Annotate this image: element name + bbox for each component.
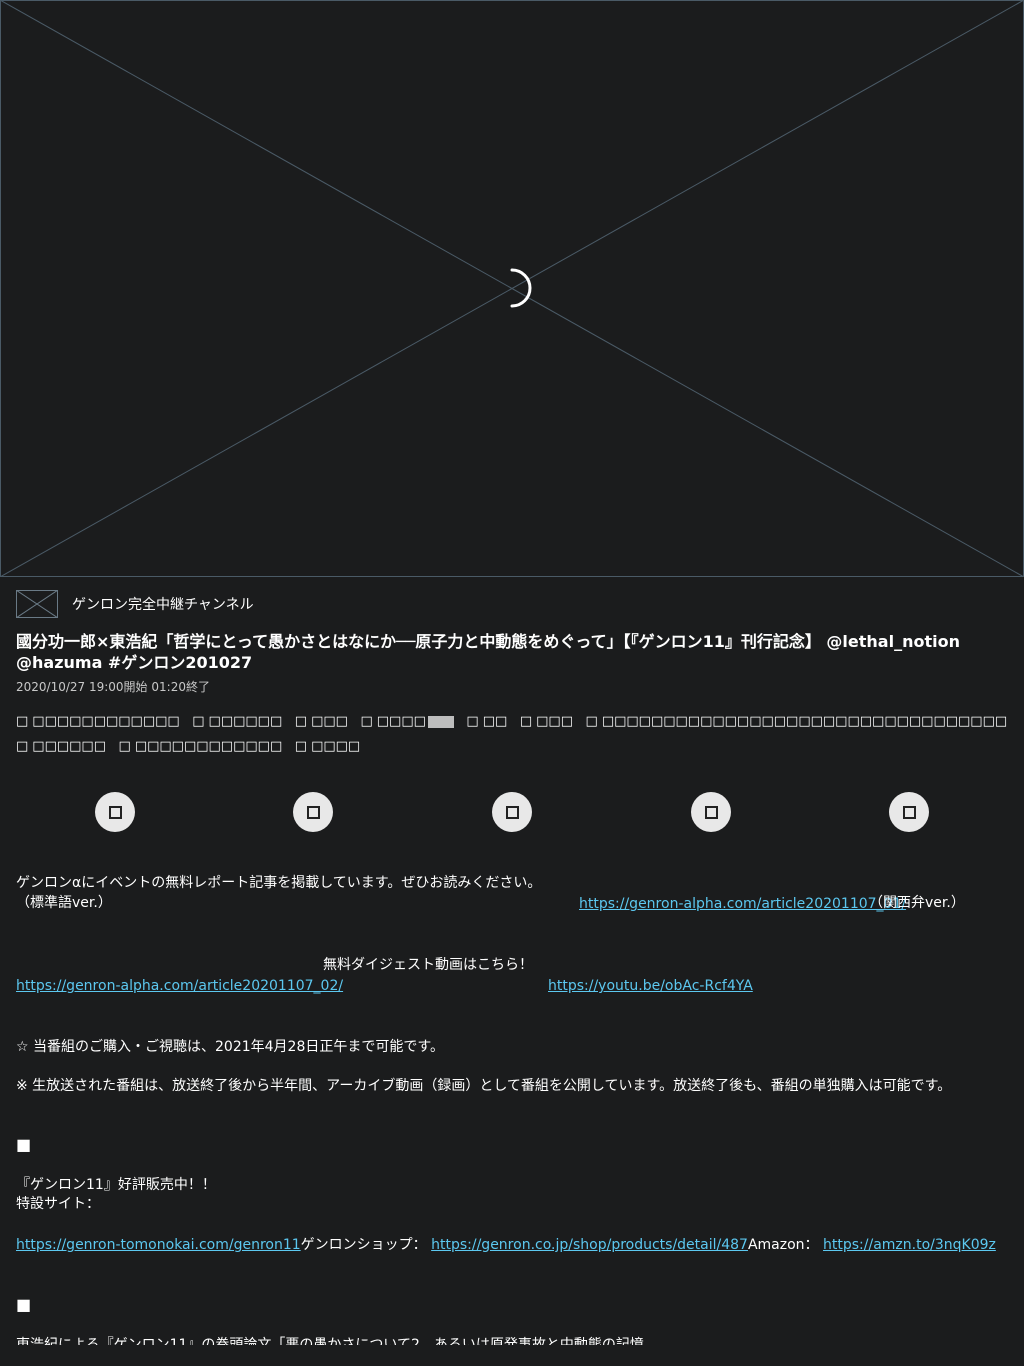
bookmark-icon[interactable] — [691, 792, 731, 832]
tag-item[interactable]: □ □□□ — [520, 709, 573, 734]
channel-row[interactable]: ゲンロン完全中継チャンネル — [16, 590, 254, 618]
shop-link[interactable]: https://genron.co.jp/shop/products/detai… — [431, 1237, 748, 1253]
tag-item[interactable]: □ □□□ — [295, 709, 348, 734]
purchase-links: https://genron-tomonokai.com/genron11ゲンロ… — [16, 1235, 996, 1255]
report-link-kansai[interactable]: https://genron-alpha.com/article20201107… — [16, 976, 343, 996]
archive-notice: ※ 生放送された番組は、放送終了後から半年間、アーカイブ動画（録画）として番組を… — [16, 1078, 952, 1094]
tag-item[interactable]: □ □□□□□□ — [192, 709, 282, 734]
section-square: ■ — [16, 1295, 32, 1314]
tag-list: □ □□□□□□□□□□□□ □ □□□□□□ □ □□□ □ □□□□ □ □□ □ □□… — [16, 709, 1016, 759]
share-icon[interactable] — [95, 792, 135, 832]
tag-item[interactable]: □ □□□□□□□□□□□□ — [119, 734, 283, 759]
digest-label: 無料ダイジェスト動画はこちら！ — [323, 957, 533, 973]
essay-line: 東浩紀による『ゲンロン11』の巻頭論文「悪の愚かさについて2、あるいは原発事故と… — [16, 1337, 644, 1345]
amazon-link[interactable]: https://amzn.to/3nqK09z — [823, 1237, 996, 1253]
digest-video-link[interactable]: https://youtu.be/obAc-Rcf4YA — [548, 976, 753, 996]
video-placeholder — [0, 0, 1024, 577]
channel-name[interactable]: ゲンロン完全中継チャンネル — [72, 594, 254, 614]
standard-label: （標準語ver.） — [16, 895, 112, 911]
book-announcement: 『ゲンロン11』好評販売中！！ — [16, 1177, 216, 1193]
program-title: 國分功一郎×東浩紀「哲学にとって愚かさとはなにか──原子力と中動態をめぐって」【… — [16, 632, 960, 672]
tag-item[interactable]: □ □□□□□□□□□□□□ — [16, 709, 180, 734]
purchase-notice: ☆ 当番組のご購入・ご視聴は、2021年4月28日正午まで可能です。 — [16, 1039, 444, 1055]
image-placeholder-icon — [16, 590, 58, 618]
report-link-standard[interactable]: https://genron-alpha.com/article20201107… — [579, 894, 906, 914]
tag-item[interactable]: □ □□□□□□ — [16, 734, 106, 759]
tag-item[interactable]: □ □□□□ — [295, 734, 360, 759]
tag-item[interactable]: □ □□ — [466, 709, 507, 734]
favorite-icon[interactable] — [492, 792, 532, 832]
site-label: 特設サイト： — [16, 1196, 100, 1212]
amazon-label: Amazon： — [747, 1237, 819, 1253]
comment-icon[interactable] — [293, 792, 333, 832]
kansai-label: （関西弁ver.） — [869, 895, 965, 911]
action-bar — [0, 792, 1024, 834]
more-icon[interactable] — [889, 792, 929, 832]
special-site-link[interactable]: https://genron-tomonokai.com/genron11 — [16, 1237, 301, 1253]
report-intro: ゲンロンαにイベントの無料レポート記事を掲載しています。ぜひお読みください。 — [16, 875, 542, 891]
program-date: 2020/10/27 19:00開始 01:20終了 — [16, 680, 210, 694]
shop-label: ゲンロンショップ： — [300, 1237, 427, 1253]
video-player[interactable] — [0, 0, 1024, 577]
section-square: ■ — [16, 1135, 32, 1154]
tag-item[interactable]: □ □□□□□□□□□□□□□□□□□□□□□□□□□□□□□□□□□ — [586, 709, 1008, 734]
tag-item[interactable]: □ □□□□ — [360, 709, 454, 734]
